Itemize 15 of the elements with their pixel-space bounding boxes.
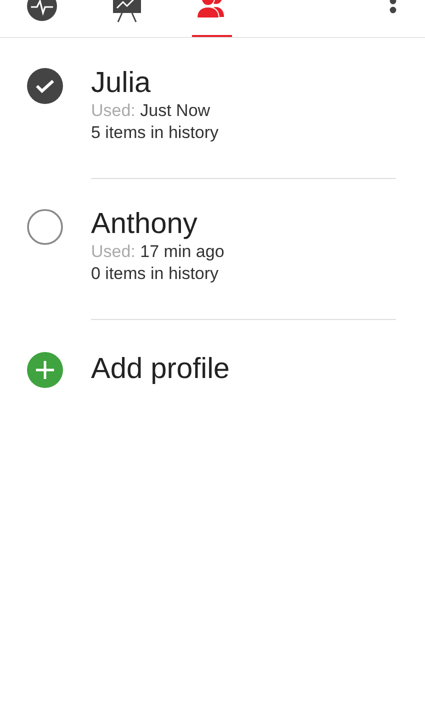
tab[interactable] bbox=[192, 0, 232, 37]
profile-name: Anthony bbox=[91, 207, 198, 241]
plus-icon[interactable] bbox=[27, 352, 63, 388]
used-time: Just Now bbox=[140, 101, 210, 120]
used-label: Used: bbox=[91, 101, 136, 120]
checked-circle-icon[interactable] bbox=[27, 68, 63, 104]
presentation-chart-icon bbox=[112, 0, 142, 23]
add-profile-button[interactable]: Add profile bbox=[91, 348, 230, 392]
history-count: 5 items in history bbox=[91, 122, 219, 144]
used-label: Used: bbox=[91, 242, 136, 261]
used-time: 17 min ago bbox=[140, 242, 224, 261]
history-count: 0 items in history bbox=[91, 263, 220, 285]
profile-name: Julia bbox=[91, 66, 152, 100]
radio-circle[interactable] bbox=[27, 209, 63, 245]
pulse-icon bbox=[27, 0, 57, 21]
